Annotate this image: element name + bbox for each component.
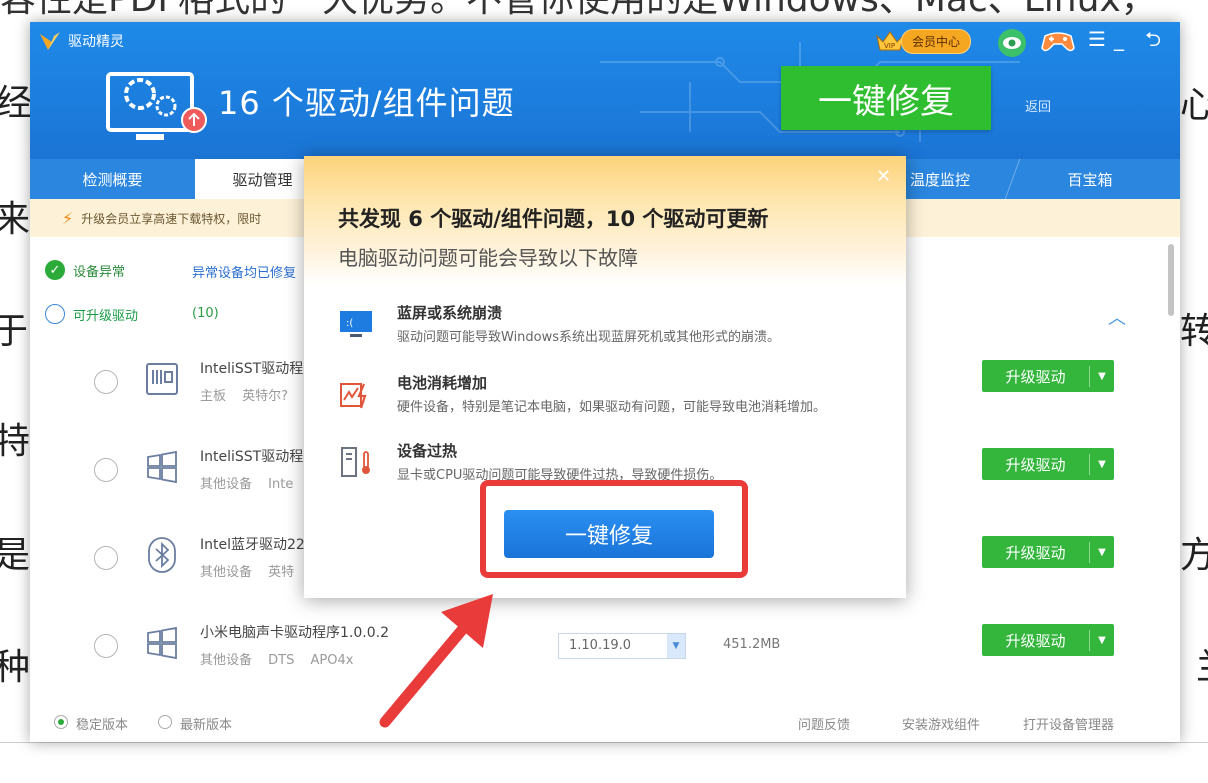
upgrade-driver-button[interactable]: 升级驱动 ▼ (982, 536, 1114, 568)
stable-version-radio[interactable] (54, 715, 68, 729)
latest-version-label[interactable]: 最新版本 (180, 714, 232, 733)
article-char: 方 (1180, 535, 1208, 576)
one-click-fix-button[interactable]: 一键修复 (781, 66, 991, 130)
feedback-link[interactable]: 问题反馈 (798, 714, 850, 733)
issue-item: 电池消耗增加 硬件设备，特别是笔记本电脑，如果驱动有问题，可能导致电池消耗增加。 (304, 372, 906, 432)
windows-icon (147, 626, 177, 660)
dropdown-arrow-icon: ▼ (1098, 546, 1106, 558)
upgrade-driver-button[interactable]: 升级驱动 ▼ (982, 448, 1114, 480)
install-game-components-link[interactable]: 安装游戏组件 (902, 714, 980, 733)
app-name: 驱动精灵 (68, 34, 124, 50)
popup-subtitle: 电脑驱动问题可能会导致以下故障 (338, 246, 638, 270)
close-icon[interactable]: ✕ (876, 166, 891, 187)
article-char: 特 (0, 421, 31, 462)
app-logo: 驱动精灵 (38, 30, 124, 52)
upgrade-driver-button[interactable]: 升级驱动 ▼ (982, 360, 1114, 392)
driver-size: 451.2MB (723, 637, 781, 652)
open-device-manager-link[interactable]: 打开设备管理器 (1023, 714, 1114, 733)
upgradable-count: (10) (192, 306, 219, 321)
version-select[interactable]: 1.10.19.0 ▼ (558, 633, 686, 659)
dropdown-arrow-icon: ▼ (1098, 634, 1106, 646)
annotation-arrow-icon (379, 594, 493, 728)
thermometer-icon (341, 447, 370, 477)
article-char: 转 (1180, 311, 1208, 352)
section-abnormal-label: 设备异常 (73, 264, 126, 280)
device-select-radio[interactable] (94, 458, 118, 482)
article-divider (0, 742, 1208, 743)
chip-icon (146, 363, 178, 395)
lightning-icon: ⚡ (62, 208, 74, 228)
issue-item: :( 蓝屏或系统崩溃 驱动问题可能导致Windows系统出现蓝屏死机或其他形式的… (304, 302, 906, 362)
device-name: Intel蓝牙驱动22 (200, 537, 305, 553)
chevron-down-icon: ▼ (667, 634, 685, 658)
collapse-chevron-icon[interactable]: ︿ (1108, 304, 1126, 330)
stable-version-label[interactable]: 稳定版本 (76, 714, 128, 733)
article-char: 经 (0, 83, 33, 124)
notice-text: 升级会员立享高速下载特权，限时 (81, 211, 262, 226)
windows-icon (147, 450, 177, 484)
device-meta: 其他设备 DTS APO4x (200, 653, 354, 668)
article-char: 于 (0, 311, 29, 352)
article-char: 兰 (1196, 650, 1208, 686)
popup-title: 共发现 6 个驱动/组件问题，10 个驱动可更新 (338, 207, 769, 231)
svg-text::(: :( (346, 318, 353, 329)
monitor-gear-icon (106, 72, 207, 140)
device-meta: 主板 英特尔? (200, 389, 289, 404)
vip-center-button[interactable]: VIP 会员中心 (875, 28, 972, 54)
header: 驱动精灵 16 个驱动/组件问题 一键修复 返回 VIP 会员中心 ☰ _ ⮌ (30, 22, 1180, 159)
section-abnormal[interactable]: ✓ 设备异常 (45, 260, 125, 280)
article-top-line: 容性是PDF格式的一大优势。不管你使用的是Windows、Mac、Linux， (0, 0, 1208, 22)
vip-center-label: 会员中心 (901, 28, 972, 54)
latest-version-radio[interactable] (158, 715, 172, 729)
back-link[interactable]: 返回 (1025, 96, 1051, 115)
device-select-radio[interactable] (94, 546, 118, 570)
device-name: InteliSST驱动程 (200, 449, 304, 465)
issue-desc: 驱动问题可能导致Windows系统出现蓝屏死机或其他形式的崩溃。 (397, 330, 781, 345)
battery-icon (340, 383, 367, 409)
article-char: 是 (0, 535, 31, 576)
annotation-highlight-box (480, 480, 748, 578)
issue-title: 电池消耗增加 (397, 374, 488, 392)
minimize-icon[interactable]: _ (1114, 28, 1124, 50)
scrollbar-thumb[interactable] (1168, 244, 1174, 316)
device-meta: 其他设备 Inte (200, 477, 294, 492)
menu-icon[interactable]: ☰ (1088, 28, 1106, 50)
article-char: 来 (0, 199, 31, 240)
bluetooth-icon (148, 537, 176, 573)
footer-bar: 稳定版本 最新版本 问题反馈 安装游戏组件 打开设备管理器 (30, 702, 1180, 742)
svg-text:VIP: VIP (884, 42, 895, 50)
issue-title: 蓝屏或系统崩溃 (397, 304, 503, 322)
logo-icon (40, 32, 60, 50)
device-meta: 其他设备 英特 (200, 565, 295, 580)
eye-icon[interactable] (997, 28, 1027, 58)
gamepad-icon[interactable] (1041, 28, 1075, 54)
checkmark-icon: ✓ (45, 260, 65, 280)
section-upgradable-label: 可升级驱动 (73, 308, 139, 324)
dropdown-arrow-icon: ▼ (1098, 370, 1106, 382)
device-name: 小米电脑声卡驱动程序1.0.0.2 (200, 625, 389, 641)
tab-overview[interactable]: 检测概要 (30, 159, 195, 199)
select-all-radio[interactable] (45, 304, 65, 324)
dropdown-arrow-icon: ▼ (1098, 458, 1106, 470)
tab-toolbox[interactable]: 百宝箱 (1020, 159, 1160, 199)
device-select-radio[interactable] (94, 634, 118, 658)
section-upgradable[interactable]: 可升级驱动 (45, 304, 138, 324)
header-title: 16 个驱动/组件问题 (218, 84, 515, 122)
device-name: InteliSST驱动程 (200, 361, 304, 377)
list-item: 小米电脑声卡驱动程序1.0.0.2 其他设备 DTS APO4x 1.10.19… (30, 606, 1180, 694)
return-icon[interactable]: ⮌ (1145, 28, 1161, 50)
article-char: 心 (1180, 85, 1208, 126)
section-abnormal-note: 异常设备均已修复 (192, 266, 297, 281)
issue-title: 设备过热 (397, 442, 458, 460)
bluescreen-icon: :( (340, 311, 372, 337)
issue-desc: 硬件设备，特别是笔记本电脑，如果驱动有问题，可能导致电池消耗增加。 (397, 400, 827, 415)
device-select-radio[interactable] (94, 370, 118, 394)
upgrade-driver-button[interactable]: 升级驱动 ▼ (982, 624, 1114, 656)
article-char: 种 (0, 647, 31, 688)
